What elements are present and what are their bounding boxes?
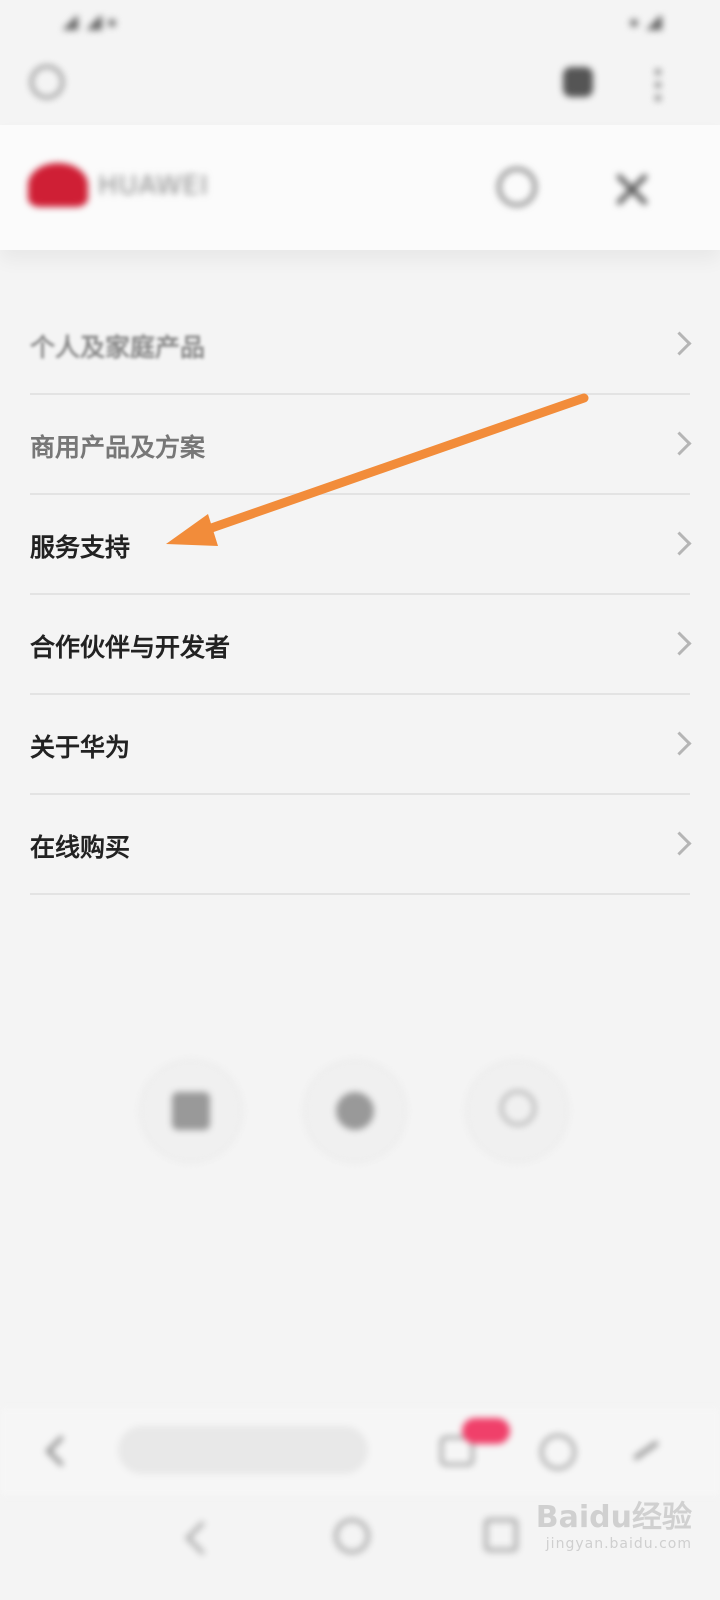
tab-manager-icon[interactable] bbox=[563, 67, 593, 97]
chevron-right-icon bbox=[667, 631, 692, 656]
signal-icon bbox=[60, 16, 78, 30]
nav-home-icon[interactable] bbox=[334, 1518, 370, 1554]
quick-action-3[interactable] bbox=[466, 1060, 568, 1162]
search-icon[interactable] bbox=[497, 167, 537, 207]
nav-recent-apps-icon[interactable] bbox=[484, 1518, 518, 1552]
user-icon bbox=[466, 1060, 568, 1162]
security-shield-icon[interactable] bbox=[30, 65, 64, 99]
browser-top-bar bbox=[0, 55, 720, 115]
address-bar[interactable] bbox=[118, 1426, 368, 1474]
more-menu-icon[interactable] bbox=[650, 65, 666, 105]
alarm-icon bbox=[630, 19, 638, 27]
brand-wordmark: HUAWEI bbox=[98, 171, 209, 201]
menu-item-support[interactable]: 服务支持 bbox=[30, 495, 692, 595]
nav-back-icon[interactable] bbox=[185, 1521, 219, 1555]
menu-item-label: 在线购买 bbox=[30, 833, 131, 862]
huawei-logo-icon[interactable] bbox=[28, 163, 88, 207]
watermark-main: Baidu经验 bbox=[535, 1500, 692, 1535]
menu-item-shop[interactable]: 在线购买 bbox=[30, 795, 692, 895]
baidu-watermark: Baidu经验 jingyan.baidu.com bbox=[536, 1492, 692, 1552]
signal-indicators bbox=[60, 12, 170, 34]
browser-toolbar bbox=[0, 1408, 720, 1496]
status-bar bbox=[0, 0, 720, 50]
share-icon[interactable] bbox=[626, 1434, 666, 1470]
wifi-icon bbox=[108, 19, 116, 27]
back-icon[interactable] bbox=[45, 1435, 77, 1467]
signal-icon bbox=[84, 16, 102, 30]
menu-item-about[interactable]: 关于华为 bbox=[30, 695, 692, 795]
site-header: HUAWEI bbox=[0, 125, 720, 250]
quick-action-2[interactable] bbox=[304, 1060, 406, 1162]
chevron-right-icon bbox=[667, 831, 692, 856]
quick-action-1[interactable] bbox=[140, 1060, 242, 1162]
menu-item-label: 关于华为 bbox=[30, 733, 131, 762]
menu-item-consumer[interactable]: 个人及家庭产品 bbox=[30, 295, 692, 395]
menu-item-label: 服务支持 bbox=[30, 533, 131, 562]
menu-item-label: 合作伙伴与开发者 bbox=[30, 633, 231, 662]
globe-icon bbox=[304, 1060, 406, 1162]
chevron-right-icon bbox=[667, 731, 692, 756]
menu-item-enterprise[interactable]: 商用产品及方案 bbox=[30, 395, 692, 495]
menu-item-label: 个人及家庭产品 bbox=[30, 333, 206, 362]
menu-item-label: 商用产品及方案 bbox=[30, 433, 206, 462]
nav-menu: 个人及家庭产品 商用产品及方案 服务支持 合作伙伴与开发者 关于华为 在线购买 bbox=[0, 295, 720, 895]
chevron-right-icon bbox=[667, 331, 692, 356]
status-right bbox=[502, 12, 662, 34]
menu-item-partners[interactable]: 合作伙伴与开发者 bbox=[30, 595, 692, 695]
close-icon[interactable] bbox=[612, 169, 652, 209]
home-icon[interactable] bbox=[540, 1434, 576, 1470]
battery-icon bbox=[644, 16, 662, 30]
chevron-right-icon bbox=[667, 531, 692, 556]
grid-icon bbox=[140, 1060, 242, 1162]
tab-count-badge bbox=[462, 1418, 510, 1444]
watermark-sub: jingyan.baidu.com bbox=[545, 1536, 692, 1552]
chevron-right-icon bbox=[667, 431, 692, 456]
